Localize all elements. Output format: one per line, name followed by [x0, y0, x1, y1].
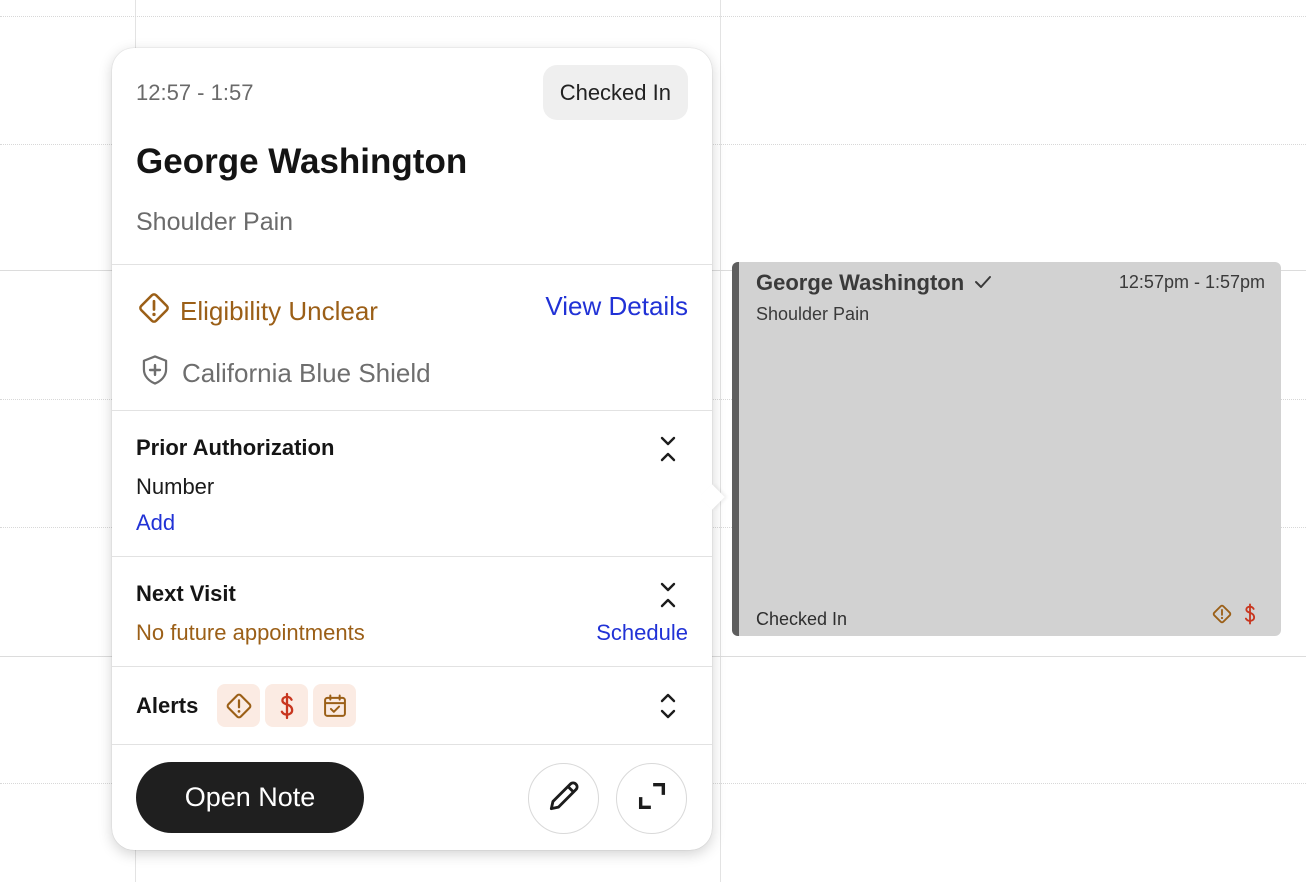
billing-dollar-icon — [1243, 603, 1257, 630]
chevron-expand-icon[interactable] — [658, 434, 678, 464]
section-divider — [112, 264, 712, 265]
section-divider — [112, 556, 712, 557]
alerts-icons — [217, 684, 356, 727]
eligibility-warning-icon — [1211, 603, 1233, 630]
chevron-expand-icon[interactable] — [658, 580, 678, 610]
edit-button[interactable] — [528, 763, 599, 834]
insurance-provider-name: California Blue Shield — [182, 358, 431, 388]
eligibility-warning-icon — [136, 290, 172, 333]
section-divider — [112, 744, 712, 745]
prior-authorization-add-link[interactable]: Add — [136, 510, 175, 536]
appointment-reason: Shoulder Pain — [756, 304, 870, 324]
expand-button[interactable] — [616, 763, 687, 834]
status-badge[interactable]: Checked In — [542, 65, 688, 120]
expand-icon — [635, 779, 669, 818]
open-note-button[interactable]: Open Note — [136, 762, 364, 833]
next-visit-title: Next Visit — [136, 581, 236, 606]
section-divider — [112, 410, 712, 411]
popover-time-range: 12:57 - 1:57 — [136, 80, 254, 105]
schedule-link[interactable]: Schedule — [596, 620, 688, 646]
eligibility-status-label: Eligibility Unclear — [180, 296, 378, 326]
appointment-time: 12:57pm - 1:57pm — [1118, 272, 1265, 292]
appointment-alerts — [1211, 603, 1257, 630]
appointment-block[interactable]: George Washington 12:57pm - 1:57pm Shoul… — [732, 262, 1281, 636]
appointment-patient-name: George Washington — [756, 270, 992, 296]
grid-row-divider — [0, 16, 1306, 17]
insurance-shield-icon — [140, 354, 170, 393]
eligibility-status: Eligibility Unclear — [136, 290, 378, 333]
billing-dollar-icon[interactable] — [265, 684, 308, 727]
eligibility-warning-icon[interactable] — [217, 684, 260, 727]
appointment-patient-name-text: George Washington — [756, 270, 965, 295]
grid-column-divider — [720, 0, 721, 882]
visit-reason: Shoulder Pain — [136, 208, 294, 236]
chevron-expand-icon[interactable] — [658, 691, 678, 721]
calendar-check-icon[interactable] — [313, 684, 356, 727]
pencil-icon — [545, 777, 583, 820]
prior-authorization-number-label: Number — [136, 474, 215, 499]
next-visit-status: No future appointments — [136, 620, 365, 645]
section-divider — [112, 666, 712, 667]
alerts-title: Alerts — [136, 693, 199, 718]
patient-name: George Washington — [136, 142, 468, 181]
view-details-link[interactable]: View Details — [545, 291, 688, 322]
appointment-status-bar — [732, 262, 739, 636]
insurance-provider: California Blue Shield — [140, 354, 431, 393]
prior-authorization-title: Prior Authorization — [136, 435, 335, 460]
appointment-popover: 12:57 - 1:57 Checked In George Washingto… — [112, 48, 725, 850]
checkmark-icon — [974, 273, 992, 294]
appointment-status: Checked In — [756, 609, 848, 629]
